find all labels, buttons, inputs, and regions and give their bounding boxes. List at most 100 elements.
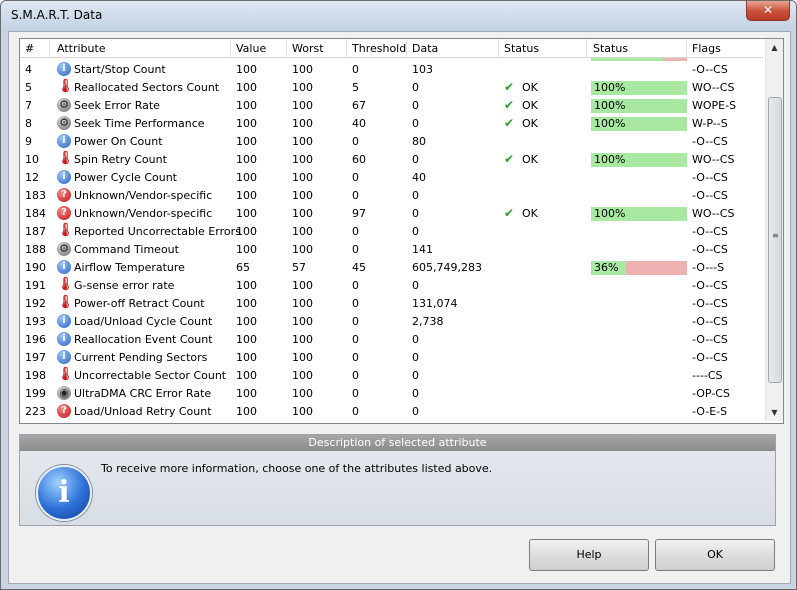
column-separator[interactable] (586, 39, 587, 57)
table-row[interactable]: 187 Reported Uncorrectable Errors 100 100 0 0… (20, 223, 763, 241)
cell-worst: 100 (292, 81, 313, 94)
cell-worst: 100 (292, 387, 313, 400)
table-row[interactable]: 199 UltraDMA CRC Error Rate 100 100 0 0 -OP-CS… (20, 385, 763, 403)
column-separator[interactable] (49, 39, 50, 57)
status-bar: 100% (591, 99, 687, 113)
status-bar: 100% (591, 81, 687, 95)
window-title: S.M.A.R.T. Data (11, 8, 103, 22)
cell-value: 100 (236, 333, 257, 346)
column-separator[interactable] (286, 39, 287, 57)
column-separator[interactable] (686, 39, 687, 57)
thermometer-icon: 🌡 (57, 367, 74, 382)
smart-attribute-list[interactable]: # Attribute Value Worst Threshold Data S… (19, 38, 784, 424)
col-header-id[interactable]: # (25, 42, 34, 55)
scrollbar-thumb[interactable]: ≡ (768, 97, 782, 383)
thermometer-icon: 🌡 (57, 277, 74, 292)
cell-value: 100 (236, 207, 257, 220)
table-row[interactable]: 193 Load/Unload Cycle Count 100 100 0 2,738 -O… (20, 313, 763, 331)
thermometer-icon: 🌡 (57, 151, 74, 166)
title-bar[interactable]: S.M.A.R.T. Data ✕ (1, 1, 796, 31)
warning-icon: ? (57, 188, 71, 202)
info-icon: i (36, 465, 92, 521)
column-separator[interactable] (406, 39, 407, 57)
table-row[interactable]: 190 Airflow Temperature 65 57 45 605,749,283 -… (20, 259, 763, 277)
cell-data: 80 (412, 135, 426, 148)
col-header-threshold[interactable]: Threshold (352, 42, 406, 55)
cell-threshold: 0 (352, 333, 359, 346)
col-header-flags[interactable]: Flags (692, 42, 721, 55)
cell-value: 100 (236, 297, 257, 310)
column-separator[interactable] (230, 39, 231, 57)
cell-id: 183 (25, 189, 46, 202)
dialog-client-area: # Attribute Value Worst Threshold Data S… (8, 31, 791, 584)
cell-attribute: Power On Count (74, 135, 163, 148)
table-row[interactable]: 197 Current Pending Sectors 100 100 0 0 -O--CS… (20, 349, 763, 367)
cell-value: 100 (236, 117, 257, 130)
table-row[interactable]: 223 Load/Unload Retry Count 100 100 0 0 -O-E-S… (20, 403, 763, 421)
cell-flags: -O--CS (692, 225, 728, 238)
cell-threshold: 5 (352, 81, 359, 94)
gears-icon: ⚙ (57, 116, 71, 130)
cell-flags: -O--CS (692, 351, 728, 364)
disk-icon: ◉ (57, 386, 71, 400)
help-button[interactable]: Help (529, 539, 649, 571)
cell-threshold: 0 (352, 405, 359, 418)
cell-flags: -O--CS (692, 333, 728, 346)
col-header-attribute[interactable]: Attribute (57, 42, 106, 55)
table-row[interactable]: 5 Reallocated Sectors Count 100 100 5 0 WO--CS… (20, 79, 763, 97)
table-row[interactable]: 9 Power On Count 100 100 0 80 -O--CS i (20, 133, 763, 151)
cell-threshold: 0 (352, 297, 359, 310)
cell-status: OK (522, 81, 538, 94)
table-row[interactable]: 188 Command Timeout 100 100 0 141 -O--CS ⚙ (20, 241, 763, 259)
cell-threshold: 0 (352, 351, 359, 364)
cell-data: 0 (412, 153, 419, 166)
cell-threshold: 97 (352, 207, 366, 220)
cell-id: 196 (25, 333, 46, 346)
cell-data: 0 (412, 207, 419, 220)
scroll-up-arrow-icon[interactable]: ▲ (766, 39, 783, 56)
table-row[interactable]: 8 Seek Time Performance 100 100 40 0 W-P--S ⚙ ✔ O… (20, 115, 763, 133)
cell-worst: 100 (292, 405, 313, 418)
table-row[interactable]: 12 Power Cycle Count 100 100 0 40 -O--CS i (20, 169, 763, 187)
cell-id: 5 (25, 81, 32, 94)
ok-button[interactable]: OK (655, 539, 775, 571)
col-header-data[interactable]: Data (412, 42, 438, 55)
column-separator[interactable] (498, 39, 499, 57)
table-row[interactable]: 4 Start/Stop Count 100 100 0 103 -O--CS i (20, 61, 763, 79)
cell-flags: WOPE-S (692, 99, 737, 112)
info-icon: i (57, 314, 71, 328)
cell-id: 192 (25, 297, 46, 310)
col-header-worst[interactable]: Worst (292, 42, 324, 55)
close-button[interactable]: ✕ (746, 1, 790, 21)
table-row[interactable]: 10 Spin Retry Count 100 100 60 0 WO--CS 🌡 ✔ OK 100… (20, 151, 763, 169)
table-row[interactable]: 192 Power-off Retract Count 100 100 0 131,074… (20, 295, 763, 313)
status-bar: 100% (591, 207, 687, 221)
scroll-down-arrow-icon[interactable]: ▼ (766, 404, 783, 421)
description-header: Description of selected attribute (20, 435, 775, 451)
cell-id: 7 (25, 99, 32, 112)
table-row[interactable]: 191 G-sense error rate 100 100 0 0 -O--CS 🌡 (20, 277, 763, 295)
checkmark-icon: ✔ (504, 80, 515, 94)
warning-icon: ? (57, 206, 71, 220)
col-header-value[interactable]: Value (236, 42, 266, 55)
info-icon: i (57, 62, 71, 76)
cell-data: 0 (412, 189, 419, 202)
cell-attribute: Reallocation Event Count (74, 333, 213, 346)
cell-data: 0 (412, 333, 419, 346)
table-row[interactable]: 183 Unknown/Vendor-specific 100 100 0 0 -O--CS… (20, 187, 763, 205)
status-bar-label: 100% (594, 99, 626, 112)
cell-worst: 100 (292, 225, 313, 238)
cell-id: 197 (25, 351, 46, 364)
cell-value: 65 (236, 261, 250, 274)
table-row[interactable]: 198 Uncorrectable Sector Count 100 100 0 0 ---… (20, 367, 763, 385)
status-bar-label: 100% (594, 117, 626, 130)
vertical-scrollbar[interactable]: ▲ ≡ ▼ (765, 39, 783, 421)
table-row[interactable]: 184 Unknown/Vendor-specific 100 100 97 0 WO--C… (20, 205, 763, 223)
cell-data: 0 (412, 387, 419, 400)
column-separator[interactable] (346, 39, 347, 57)
col-header-status-bar[interactable]: Status (593, 42, 628, 55)
table-row[interactable]: 7 Seek Error Rate 100 100 67 0 WOPE-S ⚙ ✔ OK 100% (20, 97, 763, 115)
cell-value: 100 (236, 351, 257, 364)
col-header-status[interactable]: Status (504, 42, 539, 55)
table-row[interactable]: 196 Reallocation Event Count 100 100 0 0 -O--C… (20, 331, 763, 349)
